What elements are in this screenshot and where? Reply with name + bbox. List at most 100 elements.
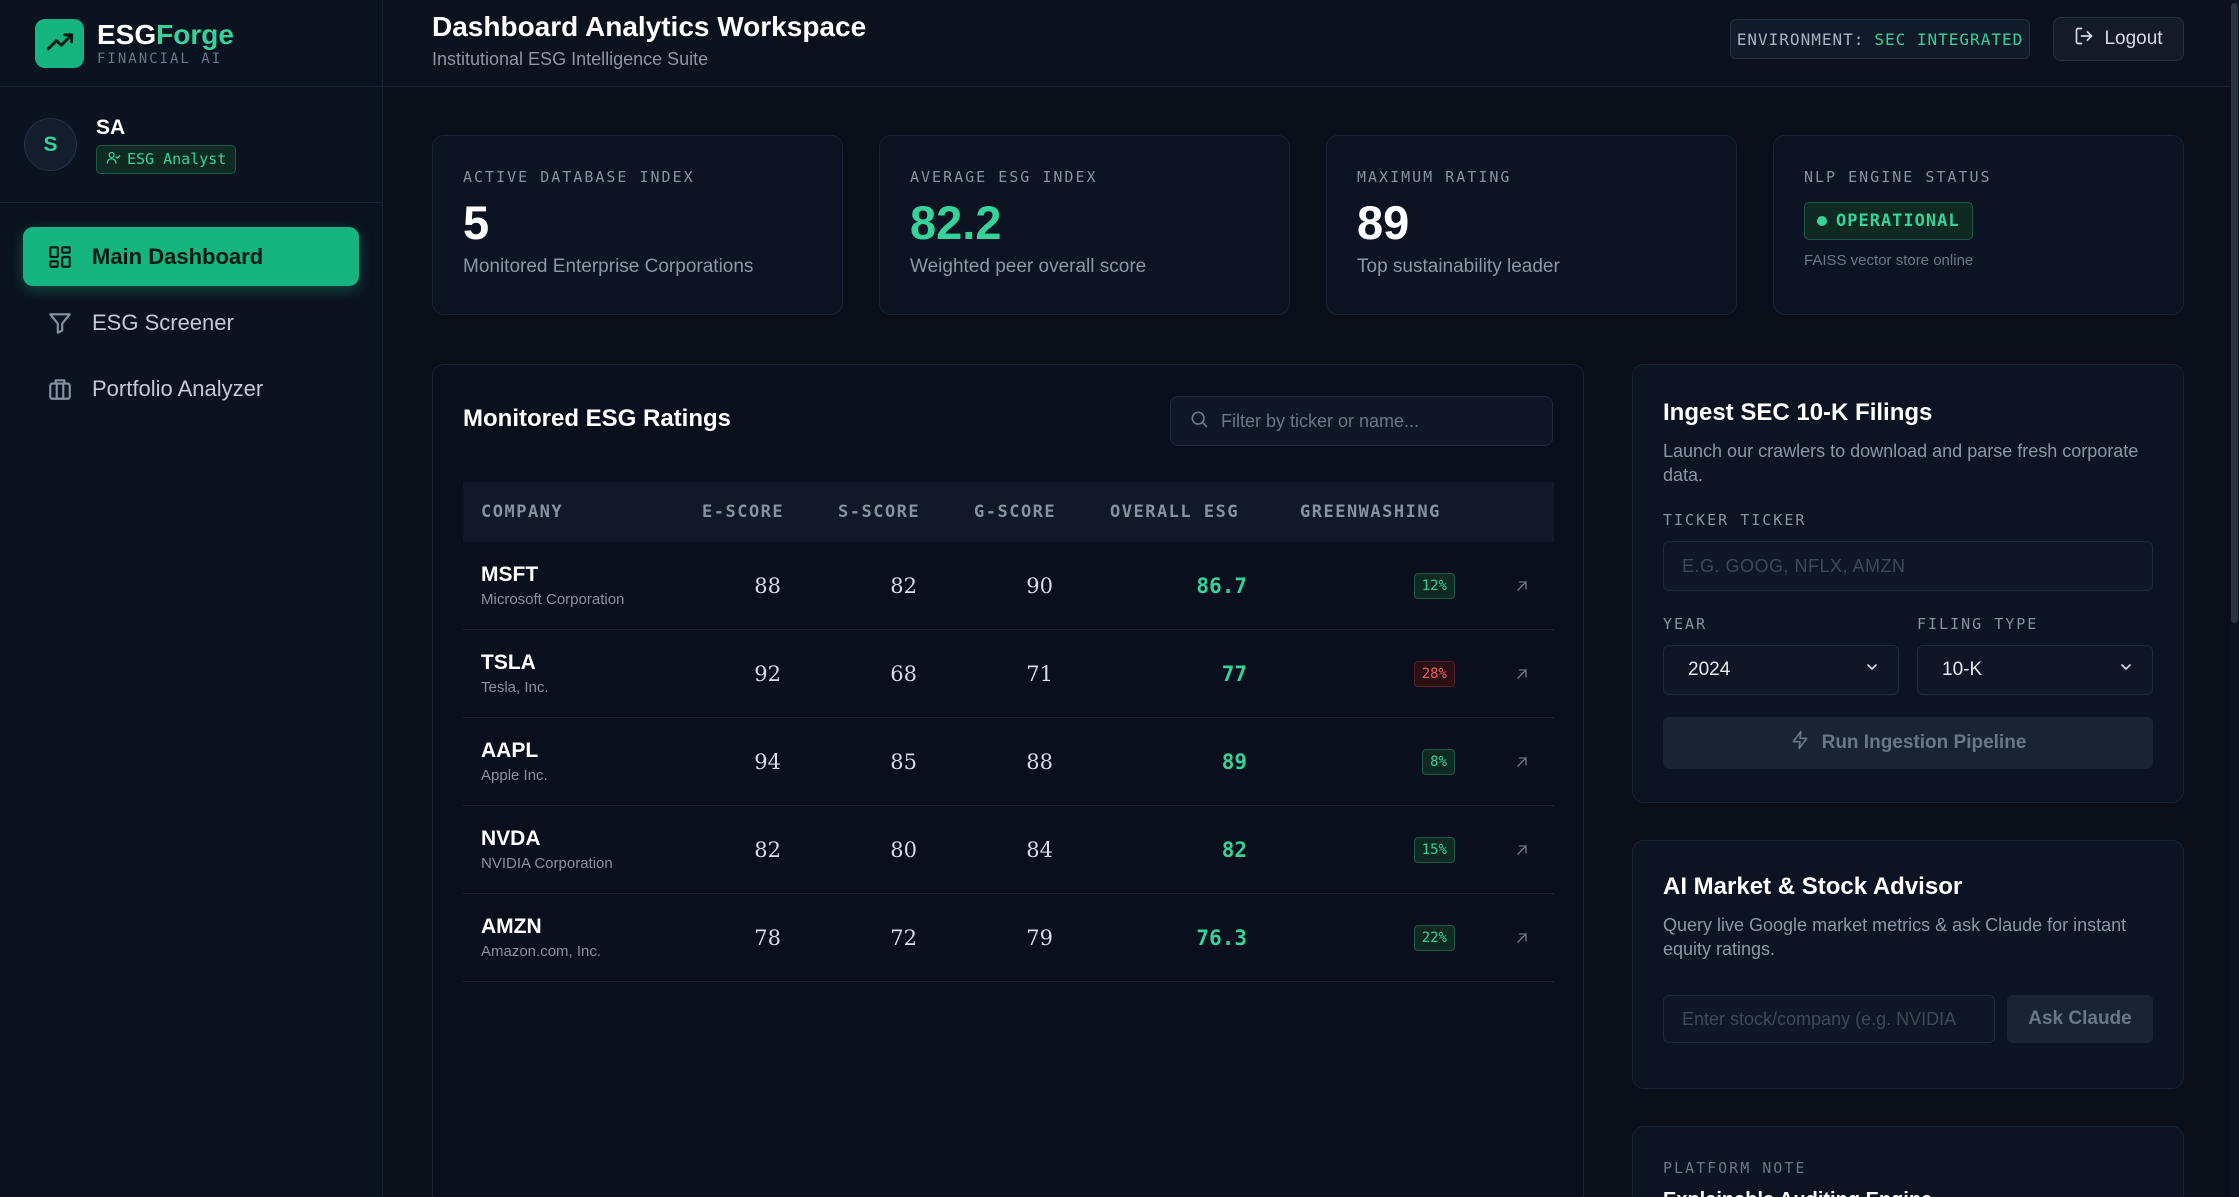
avatar[interactable]: S <box>24 118 77 171</box>
logout-label: Logout <box>2104 28 2163 49</box>
filter-box[interactable] <box>1170 396 1553 446</box>
overall-esg: 76.3 <box>1196 925 1247 950</box>
user-name: SA <box>96 115 126 139</box>
chevron-down-icon <box>2118 659 2134 681</box>
brand-name: ESGForge <box>97 18 234 50</box>
filter-icon <box>47 310 73 336</box>
sidebar-item-label: Portfolio Analyzer <box>92 375 264 401</box>
dashboard-icon <box>47 244 73 270</box>
platform-note-title: Explainable Auditing Engine <box>1663 1189 2153 1197</box>
s-score: 72 <box>890 925 917 950</box>
overall-esg: 77 <box>1221 661 1247 686</box>
logout-icon <box>2074 26 2094 52</box>
stat-card-active-database: ACTIVE DATABASE INDEX 5 Monitored Enterp… <box>432 135 843 315</box>
status-badge-label: OPERATIONAL <box>1836 211 1960 231</box>
stat-label: AVERAGE ESG INDEX <box>910 168 1098 186</box>
column-header-greenwashing[interactable]: GREENWASHING <box>1281 502 1489 522</box>
stat-card-maximum-rating: MAXIMUM RATING 89 Top sustainability lea… <box>1326 135 1737 315</box>
s-score: 80 <box>890 837 917 862</box>
ticker: MSFT <box>481 563 539 586</box>
ratings-title: Monitored ESG Ratings <box>463 405 732 432</box>
filter-input[interactable] <box>1221 410 1521 432</box>
advisor-description: Query live Google market metrics & ask C… <box>1663 915 2127 959</box>
run-ingestion-button[interactable]: Run Ingestion Pipeline <box>1663 717 2153 769</box>
stat-card-nlp-engine: NLP ENGINE STATUS OPERATIONAL FAISS vect… <box>1773 135 2184 315</box>
sidebar-item-label: ESG Screener <box>92 309 234 335</box>
g-score: 88 <box>1026 749 1053 774</box>
greenwashing-badge: 22% <box>1413 924 1455 951</box>
ticker: AMZN <box>481 915 542 938</box>
open-detail-icon[interactable] <box>1489 578 1554 594</box>
user-check-icon <box>106 150 121 169</box>
stock-query-input[interactable] <box>1663 995 1995 1043</box>
stat-label: NLP ENGINE STATUS <box>1804 168 1992 186</box>
ingest-panel: Ingest SEC 10-K Filings Launch our crawl… <box>1632 364 2184 803</box>
s-score: 82 <box>890 573 917 598</box>
open-detail-icon[interactable] <box>1489 754 1554 770</box>
filing-type-select[interactable]: 10-K <box>1917 645 2153 695</box>
table-row[interactable]: NVDA NVIDIA Corporation 82 80 84 82 15% <box>463 806 1554 894</box>
e-score: 92 <box>754 661 781 686</box>
role-badge: ESG Analyst <box>96 144 237 174</box>
ingest-title: Ingest SEC 10-K Filings <box>1663 399 1933 426</box>
open-detail-icon[interactable] <box>1489 930 1554 946</box>
page-title: Dashboard Analytics Workspace <box>432 11 867 42</box>
table-row[interactable]: AMZN Amazon.com, Inc. 78 72 79 76.3 22% <box>463 894 1554 982</box>
company-name: Amazon.com, Inc. <box>481 943 602 960</box>
ticker-label: TICKER TICKER <box>1663 511 1807 529</box>
ticker: TSLA <box>481 651 536 674</box>
top-header: Dashboard Analytics Workspace Institutio… <box>383 0 2239 87</box>
column-header-company[interactable]: COMPANY <box>463 502 683 522</box>
e-score: 82 <box>754 837 781 862</box>
table-row[interactable]: AAPL Apple Inc. 94 85 88 89 8% <box>463 718 1554 806</box>
column-header-overall-esg[interactable]: OVERALL ESG <box>1091 502 1281 522</box>
column-header-g-score[interactable]: G-SCORE <box>955 502 1091 522</box>
brand[interactable]: ESGForge FINANCIAL AI <box>0 0 382 87</box>
stat-label: ACTIVE DATABASE INDEX <box>463 168 695 186</box>
greenwashing-badge: 28% <box>1413 660 1455 687</box>
scrollbar-thumb[interactable] <box>2231 3 2238 623</box>
stat-description: FAISS vector store online <box>1804 252 1974 269</box>
brand-subtitle: FINANCIAL AI <box>97 50 223 67</box>
filing-type-label: FILING TYPE <box>1917 615 2039 633</box>
stat-label: MAXIMUM RATING <box>1357 168 1512 186</box>
logout-button[interactable]: Logout <box>2053 17 2184 61</box>
g-score: 79 <box>1026 925 1053 950</box>
table-row[interactable]: TSLA Tesla, Inc. 92 68 71 77 28% <box>463 630 1554 718</box>
environment-badge: ENVIRONMENT: SEC INTEGRATED <box>1730 19 2030 59</box>
column-header-s-score[interactable]: S-SCORE <box>819 502 955 522</box>
user-profile: S SA ESG Analyst <box>0 87 382 203</box>
e-score: 94 <box>754 749 781 774</box>
open-detail-icon[interactable] <box>1489 842 1554 858</box>
environment-value: SEC INTEGRATED <box>1874 29 2024 49</box>
search-icon <box>1189 409 1209 434</box>
stat-description: Weighted peer overall score <box>910 256 1147 277</box>
sidebar-item-esg-screener[interactable]: ESG Screener <box>23 293 359 352</box>
company-name: NVIDIA Corporation <box>481 855 613 872</box>
overall-esg: 89 <box>1221 749 1247 774</box>
open-detail-icon[interactable] <box>1489 666 1554 682</box>
sidebar-item-portfolio-analyzer[interactable]: Portfolio Analyzer <box>23 359 359 418</box>
stat-value: 5 <box>463 196 490 249</box>
ask-claude-button[interactable]: Ask Claude <box>2007 995 2153 1043</box>
company-name: Apple Inc. <box>481 767 548 784</box>
sidebar-item-label: Main Dashboard <box>92 243 264 269</box>
filing-type-value: 10-K <box>1942 659 1983 680</box>
table-row[interactable]: MSFT Microsoft Corporation 88 82 90 86.7 … <box>463 542 1554 630</box>
briefcase-icon <box>47 376 73 402</box>
table-header: COMPANY E-SCORE S-SCORE G-SCORE OVERALL … <box>463 482 1554 542</box>
greenwashing-badge: 15% <box>1413 836 1455 863</box>
year-label: YEAR <box>1663 615 1708 633</box>
column-header-e-score[interactable]: E-SCORE <box>683 502 819 522</box>
year-select[interactable]: 2024 <box>1663 645 1899 695</box>
sidebar-item-main-dashboard[interactable]: Main Dashboard <box>23 227 359 286</box>
e-score: 88 <box>754 573 781 598</box>
s-score: 68 <box>890 661 917 686</box>
s-score: 85 <box>890 749 917 774</box>
role-label: ESG Analyst <box>127 150 227 168</box>
ratings-table: COMPANY E-SCORE S-SCORE G-SCORE OVERALL … <box>463 482 1554 982</box>
ticker-input[interactable] <box>1663 541 2153 591</box>
stat-description: Top sustainability leader <box>1357 256 1560 277</box>
page-subtitle: Institutional ESG Intelligence Suite <box>432 49 709 69</box>
ticker: AAPL <box>481 739 539 762</box>
